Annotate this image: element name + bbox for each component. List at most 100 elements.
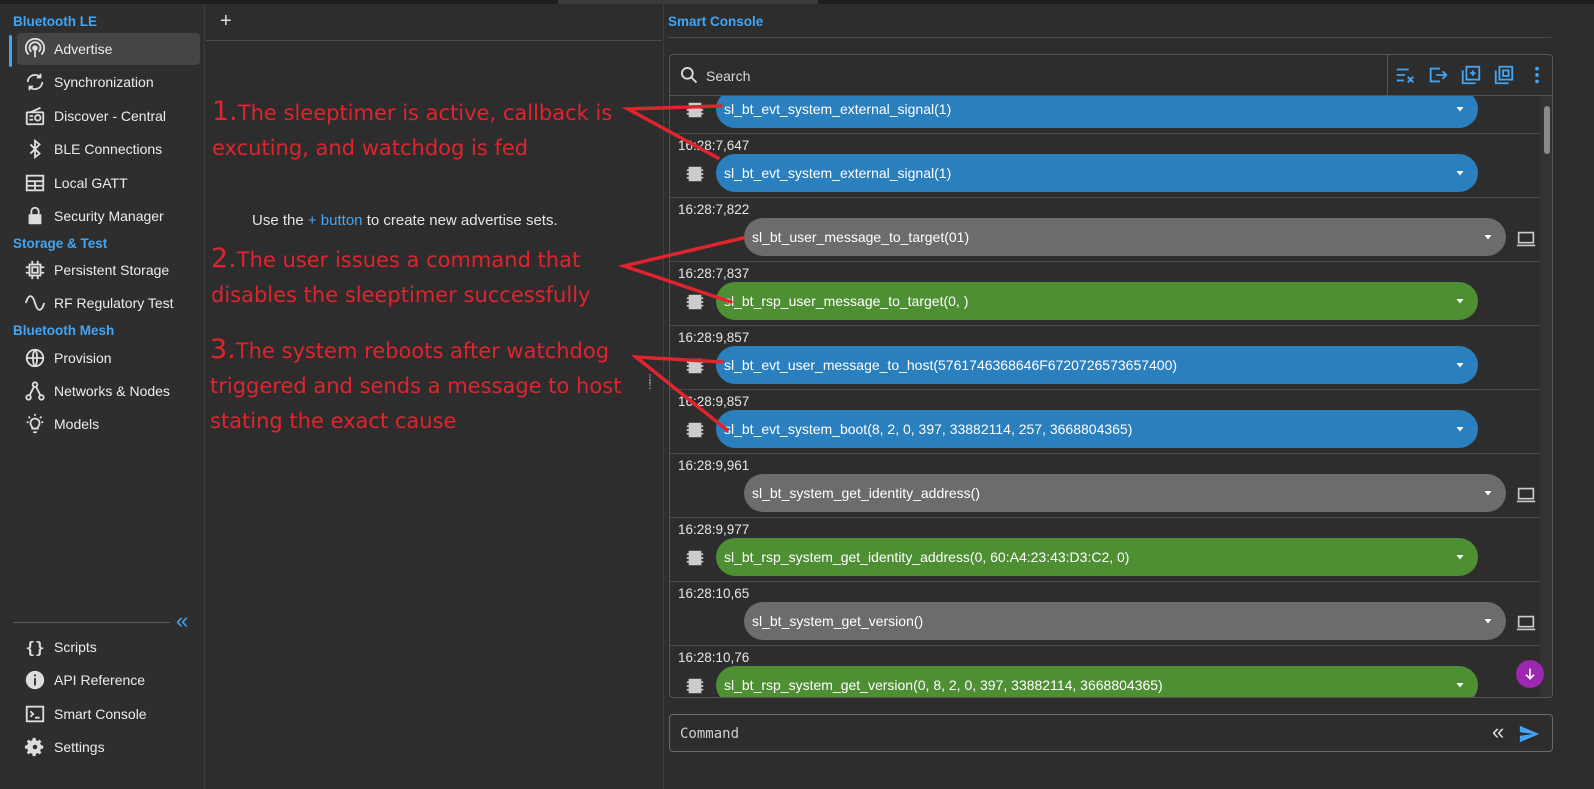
expand-dropdown-icon[interactable] xyxy=(1470,487,1506,499)
network-icon xyxy=(24,380,46,402)
sidebar-item-local-gatt[interactable]: Local GATT xyxy=(17,167,200,199)
response-message-pill[interactable]: sl_bt_rsp_user_message_to_target(0, ) xyxy=(716,282,1478,320)
sidebar: Bluetooth LE Advertise Synchronization D… xyxy=(0,4,205,789)
add-advertise-set-button[interactable]: + xyxy=(220,10,232,33)
sidebar-item-provision[interactable]: Provision xyxy=(17,342,200,374)
sidebar-item-networks-nodes[interactable]: Networks & Nodes xyxy=(17,375,200,407)
message-timestamp: 16:28:9,857 xyxy=(678,330,750,345)
message-row: 16:28:9,977 sl_bt_rsp_system_get_identity… xyxy=(670,518,1540,582)
annotation-text: The user issues a command that xyxy=(236,248,581,272)
device-chip-icon xyxy=(684,291,706,313)
clear-list-icon xyxy=(1396,68,1414,83)
annotation-number: 2. xyxy=(211,243,237,274)
sidebar-item-smart-console[interactable]: Smart Console xyxy=(17,698,200,730)
message-text: sl_bt_evt_system_external_signal(1) xyxy=(724,101,952,117)
message-row: 16:28:7,822 sl_bt_user_message_to_target(… xyxy=(670,198,1540,262)
send-button[interactable] xyxy=(1518,723,1540,750)
annotation-number: 3. xyxy=(210,334,236,365)
expand-dropdown-icon[interactable] xyxy=(1470,615,1506,627)
expand-dropdown-icon[interactable] xyxy=(1442,423,1478,435)
collapse-sidebar-button[interactable]: « xyxy=(176,610,198,633)
message-timestamp: 16:28:7,837 xyxy=(678,266,750,281)
hint-prefix: Use the xyxy=(252,212,304,229)
message-row: 16:28:9,857 sl_bt_evt_system_boot(8, 2, 0… xyxy=(670,390,1540,454)
arrow-down-icon xyxy=(1525,668,1535,680)
message-timestamp: 16:28:10,65 xyxy=(678,586,750,601)
sidebar-item-label: Local GATT xyxy=(54,175,128,191)
gear-icon xyxy=(24,736,46,758)
sidebar-item-ble-connections[interactable]: BLE Connections xyxy=(17,133,200,165)
sidebar-item-persistent-storage[interactable]: Persistent Storage xyxy=(17,254,200,286)
event-message-pill[interactable]: sl_bt_evt_system_boot(8, 2, 0, 397, 3388… xyxy=(716,410,1478,448)
host-computer-icon xyxy=(1515,484,1537,506)
sidebar-item-advertise[interactable]: Advertise xyxy=(17,33,200,65)
message-timestamp: 16:28:9,977 xyxy=(678,522,750,537)
empty-hint: Use the + button to create new advertise… xyxy=(252,212,558,229)
more-options-button[interactable] xyxy=(1520,55,1552,95)
event-message-pill[interactable]: sl_bt_evt_system_external_signal(1) xyxy=(716,154,1478,192)
command-message-pill[interactable]: sl_bt_user_message_to_target(01) xyxy=(744,218,1506,256)
expand-dropdown-icon[interactable] xyxy=(1442,551,1478,563)
clear-log-button[interactable] xyxy=(1388,55,1421,95)
wave-icon xyxy=(24,292,46,314)
hint-button-link[interactable]: + button xyxy=(308,212,363,229)
command-input[interactable] xyxy=(680,724,1460,744)
sidebar-item-discover-central[interactable]: Discover - Central xyxy=(17,100,200,132)
command-history-button[interactable]: « xyxy=(1492,721,1504,743)
sidebar-item-label: Security Manager xyxy=(54,208,164,224)
sidebar-item-scripts[interactable]: {} Scripts xyxy=(17,631,200,663)
device-chip-icon xyxy=(684,99,706,121)
panel-title: Smart Console xyxy=(668,14,764,29)
expand-dropdown-icon[interactable] xyxy=(1442,679,1478,691)
scrollbar[interactable] xyxy=(1540,96,1552,697)
sidebar-item-security-manager[interactable]: Security Manager xyxy=(17,200,200,232)
message-row: 16:28:9,857 sl_bt_evt_user_message_to_hos… xyxy=(670,326,1540,390)
send-icon xyxy=(1519,725,1540,743)
sidebar-item-models[interactable]: Models xyxy=(17,408,200,440)
response-message-pill[interactable]: sl_bt_rsp_system_get_identity_address(0,… xyxy=(716,538,1478,576)
message-row: 16:28:7,647 sl_bt_evt_system_external_sig… xyxy=(670,134,1540,198)
sidebar-item-api-reference[interactable]: API Reference xyxy=(17,664,200,696)
search-input[interactable] xyxy=(706,66,1306,86)
event-message-pill[interactable]: sl_bt_evt_user_message_to_host(576174636… xyxy=(716,346,1478,384)
panel-resize-handle[interactable]: ⁞ ⁞ xyxy=(648,372,656,399)
expand-dropdown-icon[interactable] xyxy=(1442,295,1478,307)
lock-icon xyxy=(24,205,46,227)
message-row: 16:28:10,65 sl_bt_system_get_version() xyxy=(670,582,1540,646)
lightbulb-icon xyxy=(24,413,46,435)
console-toolbar xyxy=(1387,55,1552,95)
sidebar-item-rf-regulatory-test[interactable]: RF Regulatory Test xyxy=(17,287,200,319)
message-timestamp: 16:28:9,857 xyxy=(678,394,750,409)
message-list: sl_bt_evt_system_external_signal(1) 16:28… xyxy=(670,96,1540,697)
copy-button[interactable] xyxy=(1487,55,1520,95)
sidebar-item-settings[interactable]: Settings xyxy=(17,731,200,763)
message-row: sl_bt_evt_system_external_signal(1) xyxy=(670,96,1540,134)
annotation-text: The sleeptimer is active, callback is xyxy=(237,101,613,125)
bluetooth-icon xyxy=(24,138,46,160)
command-message-pill[interactable]: sl_bt_system_get_version() xyxy=(744,602,1506,640)
title-divider xyxy=(668,37,1551,38)
sidebar-item-label: Settings xyxy=(54,739,105,755)
sidebar-item-label: Networks & Nodes xyxy=(54,383,170,399)
message-timestamp: 16:28:7,822 xyxy=(678,202,750,217)
scrollbar-thumb[interactable] xyxy=(1544,106,1550,154)
command-bar: « xyxy=(669,714,1553,752)
scroll-to-bottom-button[interactable] xyxy=(1516,660,1544,688)
search-icon xyxy=(679,65,699,90)
sync-icon xyxy=(24,71,46,93)
table-icon xyxy=(24,172,46,194)
annotation-1: 1.The sleeptimer is active, callback is … xyxy=(212,94,612,166)
expand-dropdown-icon[interactable] xyxy=(1442,103,1478,115)
expand-dropdown-icon[interactable] xyxy=(1442,359,1478,371)
sidebar-item-synchronization[interactable]: Synchronization xyxy=(17,66,200,98)
expand-dropdown-icon[interactable] xyxy=(1442,167,1478,179)
library-add-icon xyxy=(1461,65,1480,85)
annotation-text: excuting, and watchdog is fed xyxy=(212,136,529,160)
export-button[interactable] xyxy=(1421,55,1454,95)
message-timestamp: 16:28:10,76 xyxy=(678,650,750,665)
event-message-pill[interactable]: sl_bt_evt_system_external_signal(1) xyxy=(716,96,1478,128)
response-message-pill[interactable]: sl_bt_rsp_system_get_version(0, 8, 2, 0,… xyxy=(716,666,1478,697)
add-copy-button[interactable] xyxy=(1454,55,1487,95)
expand-dropdown-icon[interactable] xyxy=(1470,231,1506,243)
command-message-pill[interactable]: sl_bt_system_get_identity_address() xyxy=(744,474,1506,512)
